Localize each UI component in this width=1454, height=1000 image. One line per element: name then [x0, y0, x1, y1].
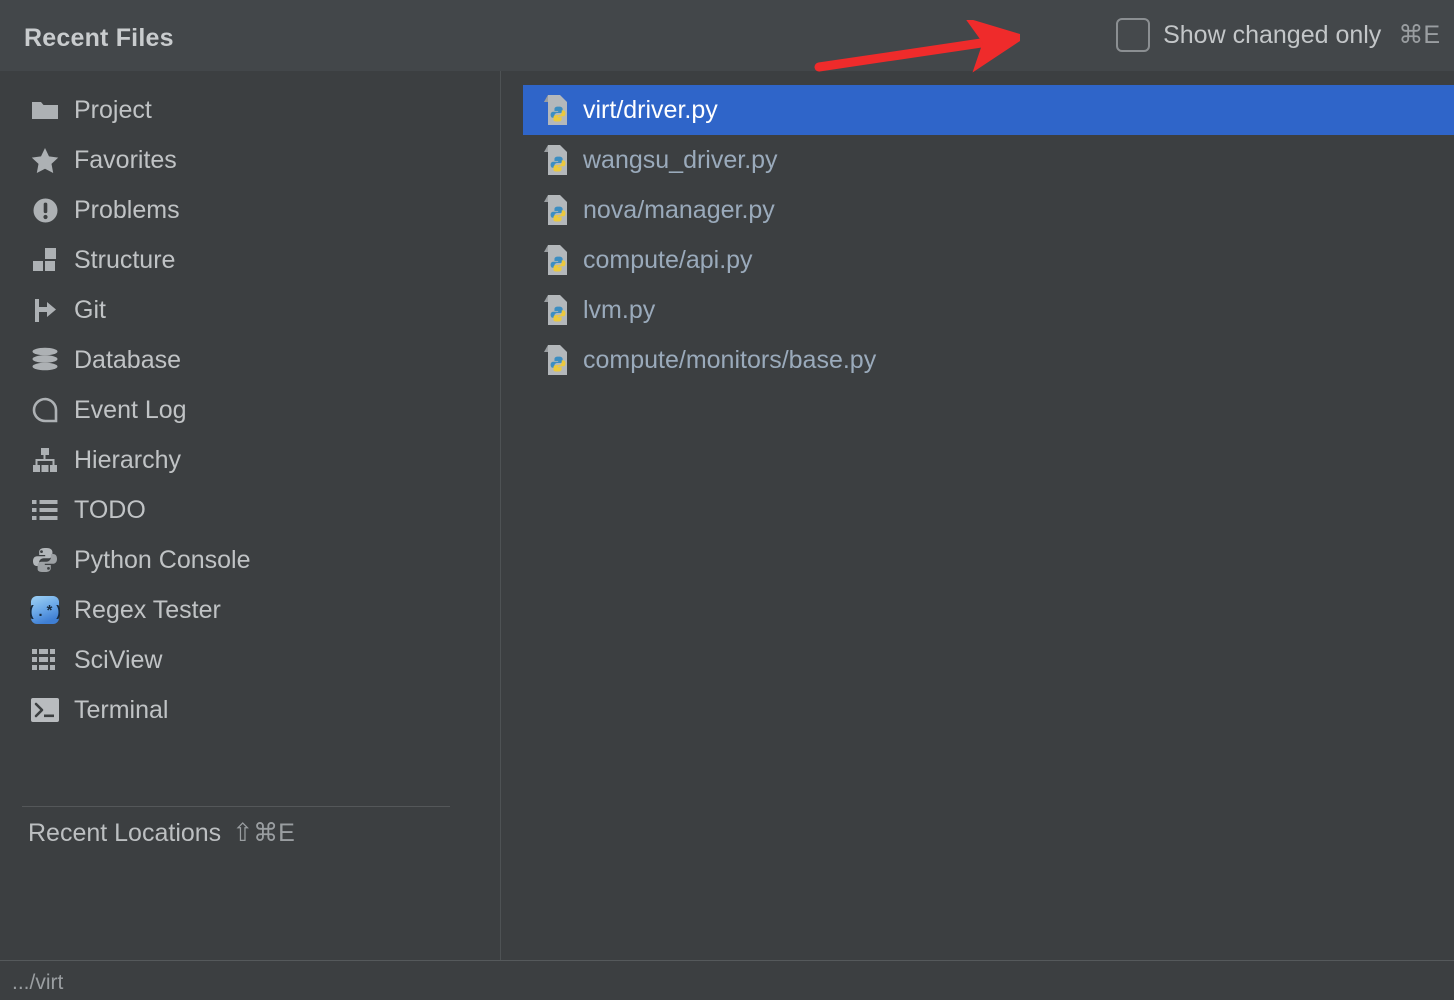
- sidebar-item-label: TODO: [74, 496, 146, 525]
- sidebar-item-todo[interactable]: TODO: [0, 485, 500, 535]
- show-changed-only-label: Show changed only: [1163, 21, 1381, 50]
- sidebar-item-sciview[interactable]: SciView: [0, 635, 500, 685]
- file-name: compute/api.py: [583, 246, 753, 275]
- python-file-icon: [541, 343, 573, 377]
- status-bar: .../virt: [0, 960, 1454, 1000]
- list-item[interactable]: compute/api.py: [523, 235, 1454, 285]
- list-item[interactable]: virt/driver.py: [523, 85, 1454, 135]
- file-name: compute/monitors/base.py: [583, 346, 876, 375]
- sidebar-item-event-log[interactable]: Event Log: [0, 385, 500, 435]
- folder-icon: [28, 98, 62, 122]
- sidebar-item-hierarchy[interactable]: Hierarchy: [0, 435, 500, 485]
- sidebar-item-label: Git: [74, 296, 106, 325]
- list-item[interactable]: wangsu_driver.py: [523, 135, 1454, 185]
- file-name: nova/manager.py: [583, 196, 775, 225]
- terminal-icon: [28, 698, 62, 722]
- sidebar-item-terminal[interactable]: Terminal: [0, 685, 500, 735]
- python-file-icon: [541, 193, 573, 227]
- python-file-icon: [541, 243, 573, 277]
- sidebar-item-problems[interactable]: Problems: [0, 185, 500, 235]
- sidebar-item-git[interactable]: Git: [0, 285, 500, 335]
- sidebar-item-label: Favorites: [74, 146, 177, 175]
- speech-bubble-icon: [28, 397, 62, 423]
- sidebar-item-label: Regex Tester: [74, 596, 221, 625]
- list-item[interactable]: lvm.py: [523, 285, 1454, 335]
- sidebar-item-label: Database: [74, 346, 181, 375]
- sidebar-divider: [22, 806, 450, 807]
- show-changed-only-shortcut: ⌘E: [1398, 20, 1440, 50]
- recent-locations-shortcut: ⇧⌘E: [232, 818, 295, 848]
- recent-files-list: virt/driver.py wangsu_driver.py: [501, 71, 1454, 960]
- recent-locations-label: Recent Locations: [28, 819, 221, 848]
- file-name: virt/driver.py: [583, 96, 718, 125]
- sidebar-item-label: Python Console: [74, 546, 251, 575]
- sidebar-item-regex-tester[interactable]: (.*) Regex Tester: [0, 585, 500, 635]
- list-item[interactable]: compute/monitors/base.py: [523, 335, 1454, 385]
- sidebar-item-label: Structure: [74, 246, 175, 275]
- git-branch-icon: [28, 297, 62, 324]
- sidebar-item-database[interactable]: Database: [0, 335, 500, 385]
- python-file-icon: [541, 93, 573, 127]
- list-item[interactable]: nova/manager.py: [523, 185, 1454, 235]
- sidebar-item-label: Terminal: [74, 696, 168, 725]
- structure-blocks-icon: [28, 247, 62, 273]
- regex-tester-icon: (.*): [28, 595, 62, 625]
- svg-text:(.*): (.*): [30, 604, 60, 621]
- sidebar-item-label: SciView: [74, 646, 162, 675]
- file-name: wangsu_driver.py: [583, 146, 778, 175]
- file-name: lvm.py: [583, 296, 655, 325]
- sidebar-item-favorites[interactable]: Favorites: [0, 135, 500, 185]
- status-path: .../virt: [12, 971, 63, 995]
- todo-list-icon: [28, 499, 62, 521]
- sidebar-item-label: Event Log: [74, 396, 187, 425]
- hierarchy-tree-icon: [28, 447, 62, 473]
- sidebar-item-project[interactable]: Project: [0, 85, 500, 135]
- star-icon: [28, 147, 62, 174]
- python-file-icon: [541, 143, 573, 177]
- sciview-grid-icon: [28, 649, 62, 671]
- sidebar-item-label: Problems: [74, 196, 180, 225]
- database-icon: [28, 347, 62, 373]
- sidebar-item-label: Hierarchy: [74, 446, 181, 475]
- show-changed-only-checkbox[interactable]: [1116, 18, 1150, 52]
- sidebar-item-python-console[interactable]: Python Console: [0, 535, 500, 585]
- tool-window-sidebar: Project Favorites Problems: [0, 71, 501, 960]
- popup-header: Recent Files Show changed only ⌘E: [0, 0, 1454, 71]
- python-file-icon: [541, 293, 573, 327]
- page-title: Recent Files: [24, 24, 174, 53]
- warning-circle-icon: [28, 197, 62, 224]
- sidebar-item-recent-locations[interactable]: Recent Locations ⇧⌘E: [28, 815, 295, 851]
- recent-files-popup: Recent Files Show changed only ⌘E Projec…: [0, 0, 1454, 1000]
- sidebar-item-structure[interactable]: Structure: [0, 235, 500, 285]
- show-changed-only-control[interactable]: Show changed only ⌘E: [1116, 18, 1440, 52]
- python-icon: [28, 547, 62, 573]
- sidebar-item-label: Project: [74, 96, 152, 125]
